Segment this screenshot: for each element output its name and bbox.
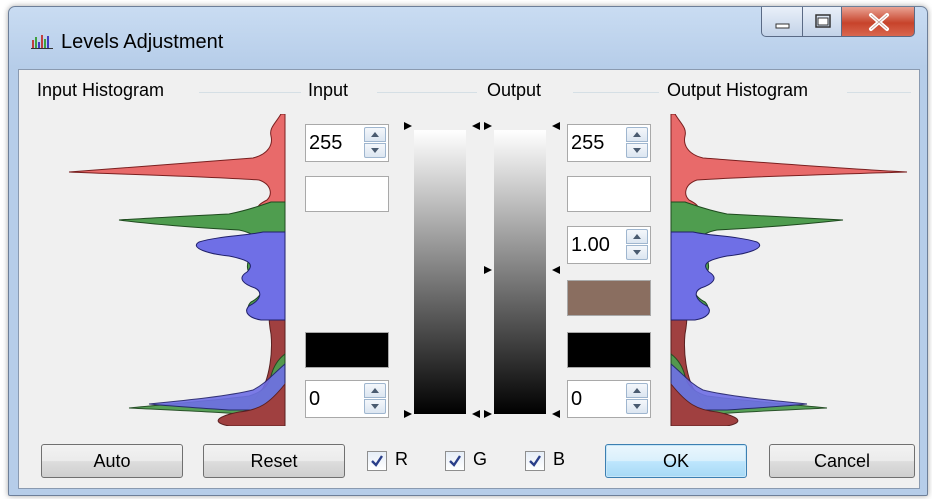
- close-button[interactable]: [841, 7, 915, 37]
- output-gamma-handle[interactable]: [484, 266, 492, 274]
- minimize-button[interactable]: [761, 7, 803, 37]
- output-histogram: [670, 114, 908, 426]
- spin-down-icon[interactable]: [364, 143, 386, 158]
- red-channel-checkbox[interactable]: [367, 451, 387, 471]
- divider: [847, 92, 911, 93]
- red-channel-label: R: [395, 449, 408, 469]
- spin-down-icon[interactable]: [626, 399, 648, 414]
- output-gamma-spinner[interactable]: 1.00: [567, 226, 651, 264]
- maximize-icon: [815, 14, 831, 28]
- input-low-handle[interactable]: [404, 410, 412, 418]
- output-high-value[interactable]: 255: [571, 132, 604, 155]
- title-bar[interactable]: Levels Adjustment: [9, 7, 927, 67]
- spinner-arrows: [364, 383, 386, 415]
- auto-button[interactable]: Auto: [41, 444, 183, 478]
- output-high-color-swatch[interactable]: [567, 176, 651, 212]
- input-low-handle-right[interactable]: [472, 410, 480, 418]
- spinner-arrows: [626, 383, 648, 415]
- spin-down-icon[interactable]: [364, 399, 386, 414]
- histogram-icon: [31, 33, 53, 49]
- spinner-arrows: [626, 127, 648, 159]
- input-high-color-swatch[interactable]: [305, 176, 389, 212]
- green-channel-checkbox[interactable]: [445, 451, 465, 471]
- output-gamma-handle-right[interactable]: [552, 266, 560, 274]
- input-label: Input: [308, 80, 355, 101]
- output-low-value[interactable]: 0: [571, 388, 582, 411]
- divider: [377, 92, 477, 93]
- output-gamma-value[interactable]: 1.00: [571, 234, 610, 257]
- blue-channel-label: B: [553, 449, 566, 469]
- input-low-color-swatch[interactable]: [305, 332, 389, 368]
- cancel-button[interactable]: Cancel: [769, 444, 915, 478]
- input-low-value[interactable]: 0: [309, 388, 320, 411]
- output-low-handle[interactable]: [484, 410, 492, 418]
- client-area: Input Histogram Input Output Output Hist…: [18, 69, 920, 489]
- reset-button[interactable]: Reset: [203, 444, 345, 478]
- output-histogram-label: Output Histogram: [667, 80, 815, 101]
- ok-button[interactable]: OK: [605, 444, 747, 478]
- maximize-button[interactable]: [802, 7, 842, 37]
- output-high-handle-right[interactable]: [552, 122, 560, 130]
- input-high-handle-right[interactable]: [472, 122, 480, 130]
- divider: [199, 92, 301, 93]
- check-icon: [449, 455, 461, 467]
- input-low-spinner[interactable]: 0: [305, 380, 389, 418]
- output-gamma-color-swatch[interactable]: [567, 280, 651, 316]
- close-icon: [869, 13, 889, 31]
- spin-down-icon[interactable]: [626, 245, 648, 260]
- output-label: Output: [487, 80, 548, 101]
- spin-up-icon[interactable]: [626, 229, 648, 244]
- spinner-arrows: [626, 229, 648, 261]
- spin-up-icon[interactable]: [626, 383, 648, 398]
- input-histogram: [68, 114, 286, 426]
- input-histogram-label: Input Histogram: [37, 80, 171, 101]
- output-low-handle-right[interactable]: [552, 410, 560, 418]
- input-high-value[interactable]: 255: [309, 132, 342, 155]
- slider-handles: [404, 122, 560, 418]
- green-channel-label: G: [473, 449, 488, 469]
- levels-window: Levels Adjustment Input Histogram Input …: [8, 6, 928, 496]
- window-title: Levels Adjustment: [61, 31, 224, 53]
- input-high-spinner[interactable]: 255: [305, 124, 389, 162]
- spin-up-icon[interactable]: [364, 127, 386, 142]
- divider: [573, 92, 659, 93]
- spinner-arrows: [364, 127, 386, 159]
- check-icon: [371, 455, 383, 467]
- check-icon: [529, 455, 541, 467]
- input-high-handle[interactable]: [404, 122, 412, 130]
- output-low-color-swatch[interactable]: [567, 332, 651, 368]
- minimize-icon: [775, 23, 790, 29]
- output-high-spinner[interactable]: 255: [567, 124, 651, 162]
- spin-down-icon[interactable]: [626, 143, 648, 158]
- output-high-handle[interactable]: [484, 122, 492, 130]
- blue-channel-checkbox[interactable]: [525, 451, 545, 471]
- spin-up-icon[interactable]: [626, 127, 648, 142]
- output-low-spinner[interactable]: 0: [567, 380, 651, 418]
- spin-up-icon[interactable]: [364, 383, 386, 398]
